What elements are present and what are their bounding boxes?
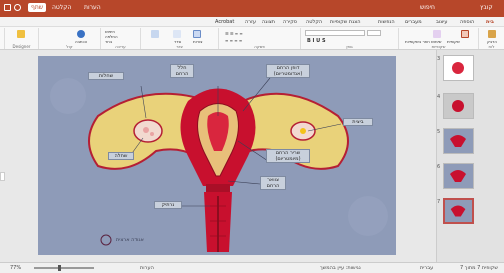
logo-icon <box>100 234 112 246</box>
drawing-group: צורות סדר ציור <box>140 28 218 49</box>
comments-button[interactable]: הערות <box>84 3 101 12</box>
voice-group: הכתבה קול <box>38 28 100 49</box>
ribbon: הדבק לוח שקופית שימוש חוזר בשקופיות שקופ… <box>0 27 504 50</box>
label-vagina: נרתיק <box>154 201 182 209</box>
zoom-thumb[interactable] <box>58 265 61 271</box>
align-icons[interactable]: ≡ ≡ ≡ ≡ <box>225 38 242 43</box>
editing-group: חיפוש החלפה בחר עריכה <box>100 28 140 49</box>
tab-home[interactable]: בית <box>486 19 494 25</box>
label-cervix: צוואר הרחם <box>260 176 286 190</box>
quick-styles-icon[interactable] <box>151 30 159 38</box>
undo-icon[interactable] <box>14 4 21 11</box>
tab-review[interactable]: סקירה <box>283 19 297 25</box>
search-box[interactable]: חיפוש <box>420 3 435 12</box>
clipboard-group: הדבק לוח <box>478 28 504 49</box>
egg-icon <box>300 128 306 134</box>
tab-record[interactable]: הקלטה <box>306 19 322 25</box>
tab-slideshow[interactable]: הצגת שקופיות <box>330 19 361 25</box>
tab-animations[interactable]: הנפשות <box>378 19 395 25</box>
slide-thumbnail-3[interactable] <box>443 55 474 81</box>
font-size-box[interactable] <box>367 30 381 36</box>
font-name-box[interactable] <box>305 30 365 36</box>
accessibility-status[interactable]: נגישות: עיין בהמשך <box>320 265 361 271</box>
zoom-slider[interactable] <box>34 267 94 269</box>
paste-icon[interactable] <box>488 30 496 38</box>
slide-thumbnail-7[interactable] <box>443 198 474 224</box>
list-icons[interactable]: ☰ ☰ ≡ ≡ <box>225 31 243 36</box>
slides-group: שקופית שימוש חוזר בשקופיות שקופיות <box>398 28 478 49</box>
credit-text: אגודה ארצית <box>116 237 144 243</box>
label-ovaries: שחלות <box>88 72 124 80</box>
designer-icon[interactable] <box>17 30 25 38</box>
language-indicator[interactable]: עברית <box>420 265 433 271</box>
reuse-slides-icon[interactable] <box>433 30 441 38</box>
slide-thumbnail-5[interactable] <box>443 128 474 154</box>
designer-group: Designer <box>4 28 38 49</box>
share-button[interactable]: שתף <box>28 3 47 12</box>
label-cavity: חלל הרחם <box>170 64 194 78</box>
uterus-diagram <box>50 77 388 252</box>
font-group: B I U S גופן <box>300 28 398 49</box>
tab-help[interactable]: עזרה <box>245 19 256 25</box>
slide-thumbnail-4[interactable] <box>443 93 474 119</box>
label-myometrium: שריר הרחם (מיומטריום) <box>266 149 310 163</box>
tab-acrobat[interactable]: Acrobat <box>215 19 234 25</box>
status-bar: שקופית 7 מתוך 7 עברית נגישות: עיין בהמשך… <box>0 262 504 273</box>
zoom-level[interactable]: 77% <box>10 265 21 271</box>
label-egg: ביצית <box>343 118 373 126</box>
ribbon-tabs: בית הוספה עיצוב מעברים הנפשות הצגת שקופי… <box>0 17 504 27</box>
label-ovary: שחלה <box>108 152 134 160</box>
file-menu[interactable]: קובץ <box>480 3 493 12</box>
new-slide-icon[interactable] <box>461 30 469 38</box>
tab-transitions[interactable]: מעברים <box>405 19 422 25</box>
title-bar: שתף הקלטה הערות חיפוש קובץ <box>0 0 504 17</box>
collapse-pane-button[interactable] <box>0 172 5 181</box>
tab-design[interactable]: עיצוב <box>436 19 447 25</box>
slide-thumbnail-6[interactable] <box>443 163 474 189</box>
microphone-icon[interactable] <box>77 30 85 38</box>
tab-view[interactable]: תצוגה <box>262 19 275 25</box>
notes-button[interactable]: הערות <box>140 265 154 271</box>
slide-count: שקופית 7 מתוך 7 <box>460 265 498 271</box>
tab-insert[interactable]: הוספה <box>460 19 474 25</box>
record-button[interactable]: הקלטה <box>52 3 71 12</box>
save-icon[interactable] <box>4 4 11 11</box>
paragraph-group: ☰ ☰ ≡ ≡ ≡ ≡ ≡ ≡ פסקה <box>218 28 300 49</box>
arrange-icon[interactable] <box>173 30 181 38</box>
shapes-icon[interactable] <box>193 30 201 38</box>
current-slide[interactable]: שחלות חלל הרחם דופן הרחם (אנדומטריום) ביצי… <box>38 56 396 255</box>
label-endometrium: דופן הרחם (אנדומטריום) <box>266 64 310 78</box>
